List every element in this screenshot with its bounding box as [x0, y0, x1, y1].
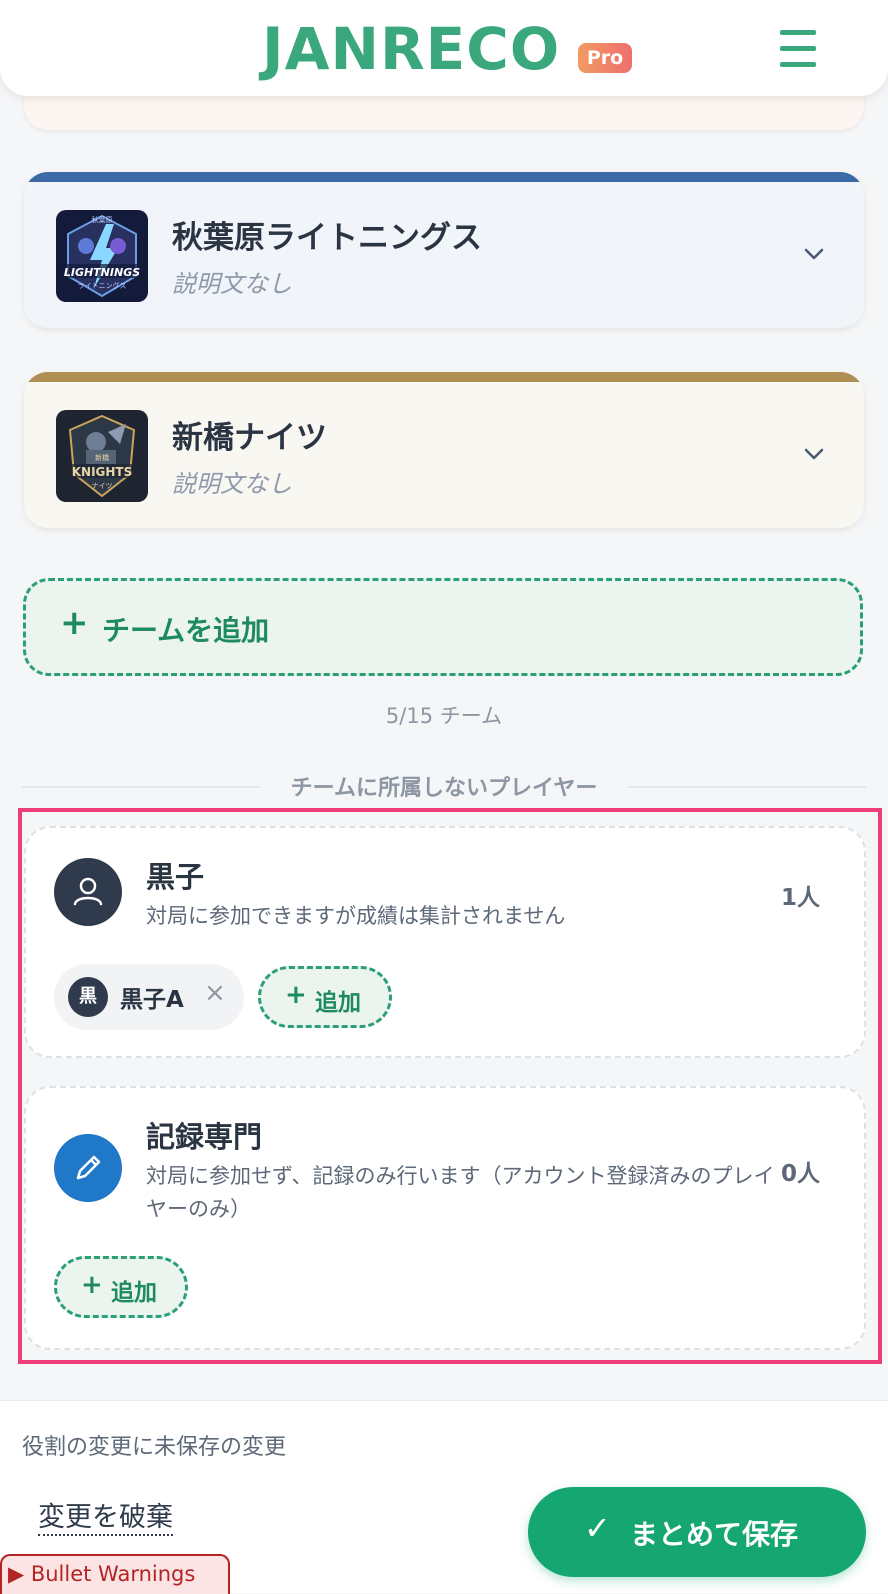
unsaved-changes-text: 役割の変更に未保存の変更	[22, 1435, 287, 1460]
check-icon: ✓	[584, 1509, 611, 1547]
add-team-button[interactable]: + チームを追加	[23, 578, 863, 676]
team-name: 新橋ナイツ	[172, 420, 327, 456]
chevron-down-icon[interactable]	[804, 444, 824, 464]
app-logo[interactable]: JANRECO	[262, 14, 560, 84]
chevron-down-icon[interactable]	[804, 244, 824, 264]
team-logo-toptext: 秋葉原	[92, 215, 113, 224]
team-card-akihabara-lightnings[interactable]: LIGHTNINGS ライトニングス 秋葉原 秋葉原ライトニングス 説明文なし	[24, 172, 864, 328]
add-kuroko-button[interactable]: + 追加	[258, 966, 392, 1028]
role-card-kuroko: 黒子 対局に参加できますが成績は集計されません 1人 黒 黒子A × + 追加	[24, 826, 866, 1058]
role-count: 0人	[780, 1161, 820, 1187]
add-team-label: チームを追加	[102, 614, 270, 647]
close-icon[interactable]: ×	[204, 978, 226, 1008]
add-recorder-button[interactable]: + 追加	[54, 1256, 188, 1318]
team-count: 5/15 チーム	[385, 704, 503, 728]
bullet-warnings-label: ▶ Bullet Warnings	[8, 1562, 196, 1586]
team-description: 説明文なし	[172, 470, 292, 498]
plus-icon: +	[81, 1270, 103, 1300]
plus-icon: +	[60, 603, 89, 643]
pencil-icon	[54, 1134, 122, 1202]
save-all-button[interactable]: ✓ まとめて保存	[528, 1487, 866, 1577]
plus-icon: +	[285, 980, 307, 1010]
add-label: 追加	[315, 990, 361, 1016]
team-name: 秋葉原ライトニングス	[172, 220, 482, 256]
team-logo-text: LIGHTNINGS	[64, 266, 140, 279]
role-count: 1人	[780, 885, 820, 911]
player-chip: 黒 黒子A ×	[54, 964, 244, 1030]
team-logo-subtext: ナイツ	[92, 482, 113, 490]
role-description: 対局に参加できますが成績は集計されません	[146, 904, 566, 928]
team-logo-toptext: 新橋	[95, 453, 109, 462]
team-logo-knights: KNIGHTS ナイツ 新橋	[56, 410, 148, 502]
bullet-warnings-toggle[interactable]: ▶ Bullet Warnings	[0, 1554, 230, 1594]
save-all-label: まとめて保存	[630, 1518, 799, 1551]
player-name: 黒子A	[120, 987, 184, 1013]
discard-changes-link[interactable]: 変更を破棄	[38, 1495, 173, 1536]
app-header: JANRECO Pro	[0, 0, 888, 96]
team-logo-subtext: ライトニングス	[78, 281, 127, 290]
role-title: 黒子	[146, 860, 205, 894]
team-accent-bar	[24, 172, 864, 182]
avatar: 黒	[68, 977, 108, 1017]
team-card-shinbashi-knights[interactable]: KNIGHTS ナイツ 新橋 新橋ナイツ 説明文なし	[24, 372, 864, 528]
team-accent-bar	[24, 372, 864, 382]
unaffiliated-players-heading: チームに所属しないプレイヤー	[290, 776, 598, 801]
role-description: 対局に参加せず、記録のみ行います（アカウント登録済みのプレイヤーのみ）	[146, 1164, 775, 1221]
team-description: 説明文なし	[172, 270, 292, 298]
person-icon	[54, 858, 122, 926]
role-card-recorder: 記録専門 対局に参加せず、記録のみ行います（アカウント登録済みのプレイヤーのみ）…	[24, 1086, 866, 1350]
team-logo-lightnings: LIGHTNINGS ライトニングス 秋葉原	[56, 210, 148, 302]
team-logo-text: KNIGHTS	[72, 465, 133, 479]
pro-badge: Pro	[578, 43, 632, 73]
role-title: 記録専門	[146, 1120, 263, 1154]
add-label: 追加	[111, 1280, 157, 1306]
hamburger-menu-icon[interactable]	[778, 28, 818, 70]
